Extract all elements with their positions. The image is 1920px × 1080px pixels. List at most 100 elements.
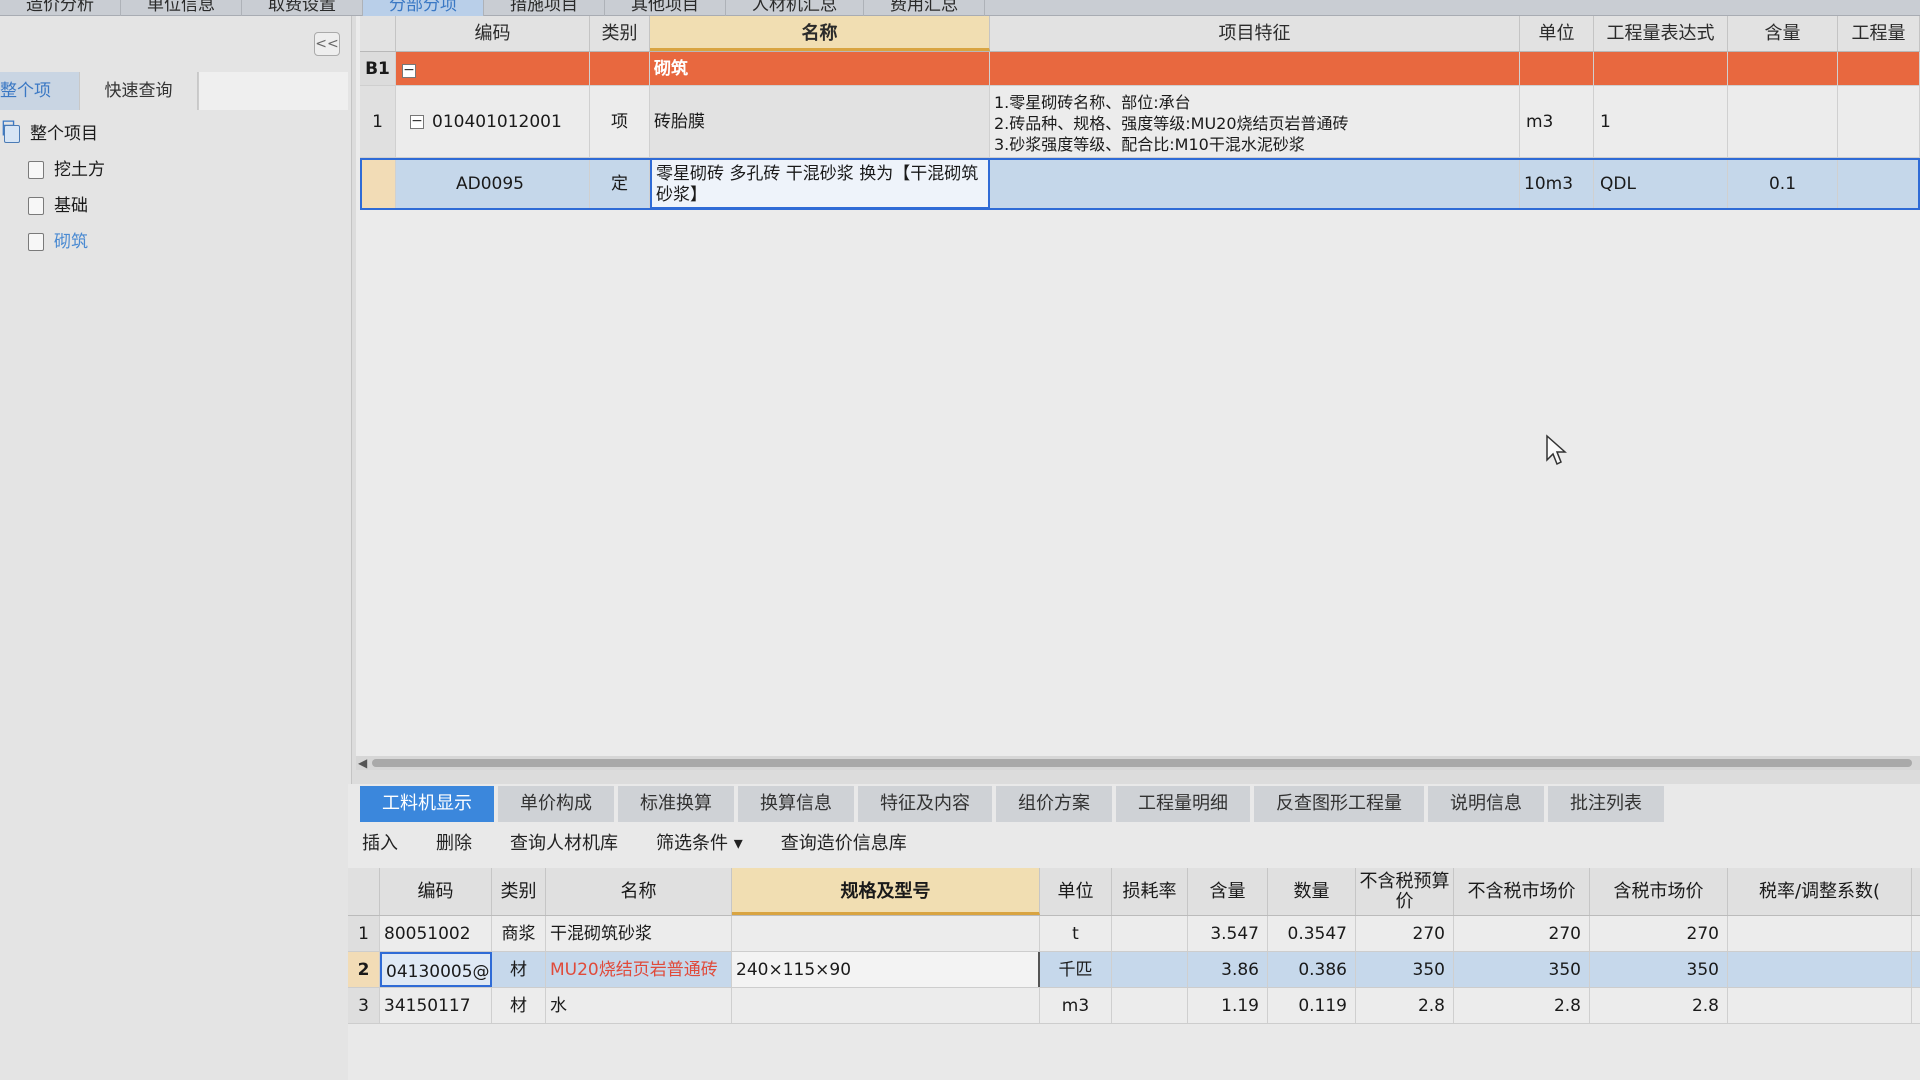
header-feature[interactable]: 项目特征 bbox=[990, 16, 1520, 51]
scroll-left-icon[interactable]: ◀ bbox=[358, 756, 367, 770]
header-loss-rate[interactable]: 损耗率 bbox=[1112, 868, 1188, 915]
table-row-selected[interactable]: 2 04130005@1 材 MU20烧结页岩普通砖 240×115×90 千匹… bbox=[348, 952, 1920, 988]
tree-item-foundation[interactable]: 基础 bbox=[0, 188, 352, 224]
tab-cost-summary[interactable]: 费用汇总 bbox=[864, 0, 985, 16]
cell-taxed-market-price[interactable]: 2.8 bbox=[1590, 988, 1728, 1023]
cell-code[interactable]: 04130005@1 bbox=[380, 952, 492, 987]
cell-code[interactable]: AD0095 bbox=[396, 158, 590, 209]
cell-pretax-budget-price[interactable]: 350 bbox=[1356, 952, 1454, 987]
tab-labor-material-display[interactable]: 工料机显示 bbox=[360, 786, 494, 822]
tab-sub-items[interactable]: 分部分项 bbox=[363, 0, 484, 16]
cell-pretax-market-price[interactable]: 350 bbox=[1454, 952, 1590, 987]
cell-name-editing[interactable]: 零星砌砖 多孔砖 干混砂浆 换为【干混砌筑砂浆】 bbox=[650, 158, 990, 209]
cell-unit[interactable]: 10m3 bbox=[1520, 158, 1594, 209]
cell-name[interactable]: 水 bbox=[546, 988, 732, 1023]
tab-description[interactable]: 说明信息 bbox=[1428, 786, 1544, 822]
cell-content[interactable]: 3.86 bbox=[1188, 952, 1268, 987]
cell-loss-rate[interactable] bbox=[1112, 916, 1188, 951]
cell-pretax-market-price[interactable]: 2.8 bbox=[1454, 988, 1590, 1023]
cell-type[interactable]: 商浆 bbox=[492, 916, 546, 951]
filter-dropdown[interactable]: 筛选条件 ▾ bbox=[656, 829, 743, 855]
cell-quantity[interactable]: 0.3547 bbox=[1268, 916, 1356, 951]
header-quantity[interactable]: 数量 bbox=[1268, 868, 1356, 915]
collapse-toggle[interactable]: − bbox=[396, 52, 590, 85]
cell-tax-rate[interactable] bbox=[1728, 988, 1912, 1023]
tab-other-items[interactable]: 其他项目 bbox=[605, 0, 726, 16]
cell-content[interactable] bbox=[1728, 86, 1838, 157]
tab-cost-analysis[interactable]: 造价分析 bbox=[0, 0, 121, 16]
cell-spec[interactable]: 240×115×90 bbox=[732, 952, 1040, 987]
tree-item-masonry[interactable]: 砌筑 bbox=[0, 224, 352, 260]
cell-name[interactable]: MU20烧结页岩普通砖 bbox=[546, 952, 732, 987]
cell-name[interactable]: 干混砌筑砂浆 bbox=[546, 916, 732, 951]
tree-item-excavation[interactable]: 挖土方 bbox=[0, 152, 352, 188]
cell-content[interactable]: 0.1 bbox=[1728, 158, 1838, 209]
tab-standard-conversion[interactable]: 标准换算 bbox=[618, 786, 734, 822]
tab-features-content[interactable]: 特征及内容 bbox=[858, 786, 992, 822]
header-pretax-budget-price[interactable]: 不含税预算价 bbox=[1356, 868, 1454, 915]
header-content[interactable]: 含量 bbox=[1728, 16, 1838, 51]
cell-amount[interactable] bbox=[1838, 86, 1920, 157]
cell-pretax-budget-price[interactable]: 270 bbox=[1356, 916, 1454, 951]
tab-fee-settings[interactable]: 取费设置 bbox=[242, 0, 363, 16]
cell-code[interactable]: − 010401012001 bbox=[396, 86, 590, 157]
cell-content[interactable]: 3.547 bbox=[1188, 916, 1268, 951]
cell-code[interactable]: 80051002 bbox=[380, 916, 492, 951]
header-spec[interactable]: 规格及型号 bbox=[732, 868, 1040, 915]
minus-icon[interactable]: − bbox=[410, 114, 424, 129]
tab-labor-material-summary[interactable]: 人材机汇总 bbox=[726, 0, 864, 16]
cell-unit[interactable]: m3 bbox=[1520, 86, 1594, 157]
collapse-panel-button[interactable]: << bbox=[314, 32, 340, 56]
tab-unit-price-composition[interactable]: 单价构成 bbox=[498, 786, 614, 822]
cell-type[interactable]: 项 bbox=[590, 86, 650, 157]
tab-quantity-detail[interactable]: 工程量明细 bbox=[1116, 786, 1250, 822]
cell-loss-rate[interactable] bbox=[1112, 952, 1188, 987]
cell-expression[interactable]: 1 bbox=[1594, 86, 1728, 157]
tab-quick-query[interactable]: 快速查询 bbox=[80, 72, 198, 110]
quick-query-input[interactable] bbox=[198, 72, 348, 110]
cell-name[interactable]: 砖胎膜 bbox=[650, 86, 990, 157]
insert-button[interactable]: 插入 bbox=[362, 829, 398, 855]
tab-reverse-graphic-quantity[interactable]: 反查图形工程量 bbox=[1254, 786, 1424, 822]
scrollbar-thumb[interactable] bbox=[372, 759, 1912, 767]
cell-pretax-market-price[interactable]: 270 bbox=[1454, 916, 1590, 951]
cell-tax-rate[interactable] bbox=[1728, 916, 1912, 951]
header-code[interactable]: 编码 bbox=[380, 868, 492, 915]
tab-measure-items[interactable]: 措施项目 bbox=[484, 0, 605, 16]
cell-spec[interactable] bbox=[732, 988, 1040, 1023]
header-code[interactable]: 编码 bbox=[396, 16, 590, 51]
cell-tax-rate[interactable] bbox=[1728, 952, 1912, 987]
query-material-library-button[interactable]: 查询人材机库 bbox=[510, 829, 618, 855]
cell-amount[interactable] bbox=[1838, 158, 1920, 209]
header-expression[interactable]: 工程量表达式 bbox=[1594, 16, 1728, 51]
query-price-info-button[interactable]: 查询造价信息库 bbox=[781, 829, 907, 855]
header-name[interactable]: 名称 bbox=[546, 868, 732, 915]
tab-whole-project[interactable]: 整个项目 bbox=[0, 72, 80, 139]
table-row[interactable]: 3 34150117 材 水 m3 1.19 0.119 2.8 2.8 2.8 bbox=[348, 988, 1920, 1024]
cell-unit[interactable]: 千匹 bbox=[1040, 952, 1112, 987]
tree-item-whole-project[interactable]: 整个项目 bbox=[0, 116, 352, 152]
tab-unit-info[interactable]: 单位信息 bbox=[121, 0, 242, 16]
cell-pretax-budget-price[interactable]: 2.8 bbox=[1356, 988, 1454, 1023]
cell-unit[interactable]: m3 bbox=[1040, 988, 1112, 1023]
cell-expression[interactable]: QDL bbox=[1594, 158, 1728, 209]
cell-quantity[interactable]: 0.119 bbox=[1268, 988, 1356, 1023]
cell-type[interactable]: 材 bbox=[492, 988, 546, 1023]
cell-code[interactable]: 34150117 bbox=[380, 988, 492, 1023]
cell-loss-rate[interactable] bbox=[1112, 988, 1188, 1023]
header-pretax-market-price[interactable]: 不含税市场价 bbox=[1454, 868, 1590, 915]
minus-icon[interactable]: − bbox=[402, 63, 416, 78]
cell-quantity[interactable]: 0.386 bbox=[1268, 952, 1356, 987]
cell-feature[interactable]: 1.零星砌砖名称、部位:承台 2.砖品种、规格、强度等级:MU20烧结页岩普通砖… bbox=[990, 86, 1520, 157]
tab-pricing-scheme[interactable]: 组价方案 bbox=[996, 786, 1112, 822]
cell-unit[interactable]: t bbox=[1040, 916, 1112, 951]
horizontal-scrollbar[interactable]: ◀ bbox=[356, 756, 1920, 770]
cell-spec[interactable] bbox=[732, 916, 1040, 951]
header-content[interactable]: 含量 bbox=[1188, 868, 1268, 915]
header-tax-rate[interactable]: 税率/调整系数( bbox=[1728, 868, 1912, 915]
cell-content[interactable]: 1.19 bbox=[1188, 988, 1268, 1023]
header-unit[interactable]: 单位 bbox=[1520, 16, 1594, 51]
cell-taxed-market-price[interactable]: 350 bbox=[1590, 952, 1728, 987]
cell-feature[interactable] bbox=[990, 158, 1520, 209]
table-row-selected[interactable]: AD0095 定 零星砌砖 多孔砖 干混砂浆 换为【干混砌筑砂浆】 10m3 Q… bbox=[360, 158, 1920, 210]
